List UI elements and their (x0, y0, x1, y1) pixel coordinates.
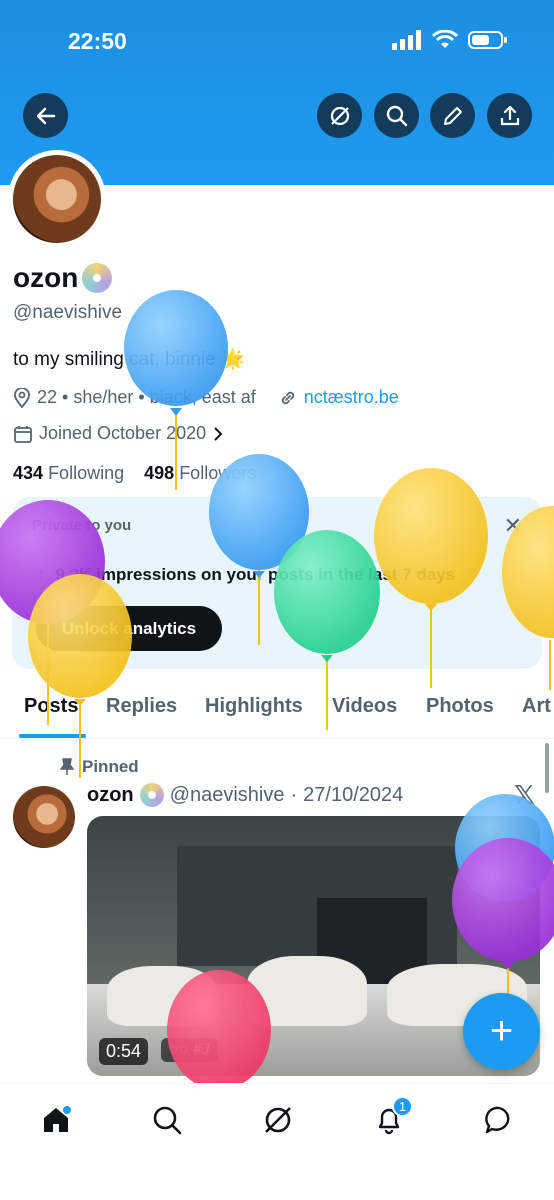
joined-date[interactable]: Joined October 2020 (13, 423, 224, 444)
post-separator: · (290, 783, 298, 806)
calendar-icon (14, 425, 32, 443)
profile-avatar[interactable] (8, 150, 106, 248)
post-date: 27/10/2024 (303, 783, 404, 806)
profile-tabs: Posts Replies Highlights Videos Photos A… (0, 683, 554, 739)
video-sheet (107, 966, 217, 1026)
follow-stats: 434 Following 498 Followers (13, 463, 256, 484)
wifi-icon (432, 30, 458, 48)
arrow-up-icon: ↑ (37, 565, 46, 584)
nav-notifications[interactable]: 1 (371, 1096, 413, 1138)
link-icon (281, 391, 294, 404)
signal-icon (392, 30, 421, 50)
impressions-text: ↑ 9.2K impressions on your posts in the … (37, 565, 455, 585)
battery-icon (468, 31, 507, 49)
nav-messages[interactable] (481, 1102, 517, 1138)
tab-highlights[interactable]: Highlights (205, 695, 303, 718)
edit-icon (443, 106, 462, 125)
analytics-card: Private to you ✕ ↑ 9.2K impressions on y… (12, 497, 542, 669)
post-avatar[interactable] (13, 786, 75, 848)
tab-posts[interactable]: Posts (24, 695, 78, 718)
search-icon (153, 1106, 182, 1135)
video-tag: ○○ #J (161, 1038, 218, 1062)
post-header: ozon @naevishive · 27/10/2024 (87, 783, 403, 807)
card-label: Private to you (32, 517, 132, 534)
cd-emoji-icon (82, 263, 113, 293)
tab-videos[interactable]: Videos (332, 695, 397, 718)
pinned-text: Pinned (82, 757, 139, 776)
status-time: 22:50 (68, 28, 127, 54)
followers-label: Followers (179, 463, 257, 483)
nav-home[interactable] (38, 1102, 74, 1138)
share-icon (500, 105, 519, 125)
following-count: 434 (13, 463, 44, 483)
followers-count: 498 (144, 463, 175, 483)
search-icon (386, 105, 407, 126)
chevron-right-icon (214, 426, 223, 441)
bio-emoji: 🌟 (221, 349, 245, 370)
post-author-name[interactable]: ozon (87, 784, 134, 807)
following-link[interactable]: 434 Following (13, 463, 124, 483)
location-text: 22 • she/her • black, east af (37, 387, 256, 407)
profile-name: ozon (13, 262, 113, 294)
avatar (13, 155, 101, 243)
joined-text: Joined October 2020 (39, 423, 207, 443)
profile-handle: @naevishive (13, 302, 123, 323)
pinned-label: Pinned (60, 757, 139, 777)
grok-icon (265, 1107, 291, 1133)
bio-text: to my smiling cat, binnie (13, 349, 216, 370)
profile-meta: 22 • she/her • black, east af nctæstro.b… (13, 387, 399, 408)
back-button[interactable] (23, 93, 68, 138)
nav-search[interactable] (149, 1102, 185, 1138)
notification-badge: 1 (392, 1096, 413, 1117)
unlock-analytics-button[interactable]: Unlock analytics (36, 606, 222, 651)
status-icons (392, 30, 508, 50)
arrow-left-icon (36, 107, 55, 124)
edit-button[interactable] (430, 93, 475, 138)
impressions-label: 9.2K impressions on your posts in the la… (55, 565, 456, 584)
pin-icon (60, 758, 74, 775)
close-icon[interactable]: ✕ (504, 513, 522, 539)
scrollbar[interactable] (545, 743, 549, 793)
following-label: Following (48, 463, 125, 483)
cd-emoji-icon (139, 783, 164, 807)
search-button[interactable] (374, 93, 419, 138)
active-tab-indicator (19, 734, 86, 738)
followers-link[interactable]: 498 Followers (144, 463, 256, 483)
tab-art[interactable]: Art (522, 695, 551, 718)
bottom-nav: 1 (0, 1083, 554, 1200)
home-icon (44, 1106, 71, 1132)
post-author-handle: @naevishive (169, 783, 285, 806)
tab-replies[interactable]: Replies (106, 695, 177, 718)
messages-icon (485, 1106, 510, 1134)
grok-button[interactable] (317, 93, 362, 138)
video-duration: 0:54 (99, 1038, 149, 1065)
profile-link[interactable]: nctæstro.be (304, 387, 399, 408)
x-logo-icon: 𝕏 (514, 780, 535, 810)
profile-bio: to my smiling cat, binnie 🌟 (13, 347, 245, 371)
nav-grok[interactable] (260, 1102, 296, 1138)
profile-name-text: ozon (13, 262, 79, 293)
grok-icon (330, 106, 349, 125)
video-sheet (247, 956, 367, 1026)
share-button[interactable] (487, 93, 532, 138)
location-icon (14, 387, 30, 408)
tab-photos[interactable]: Photos (426, 695, 494, 718)
compose-button[interactable]: + (463, 993, 540, 1070)
